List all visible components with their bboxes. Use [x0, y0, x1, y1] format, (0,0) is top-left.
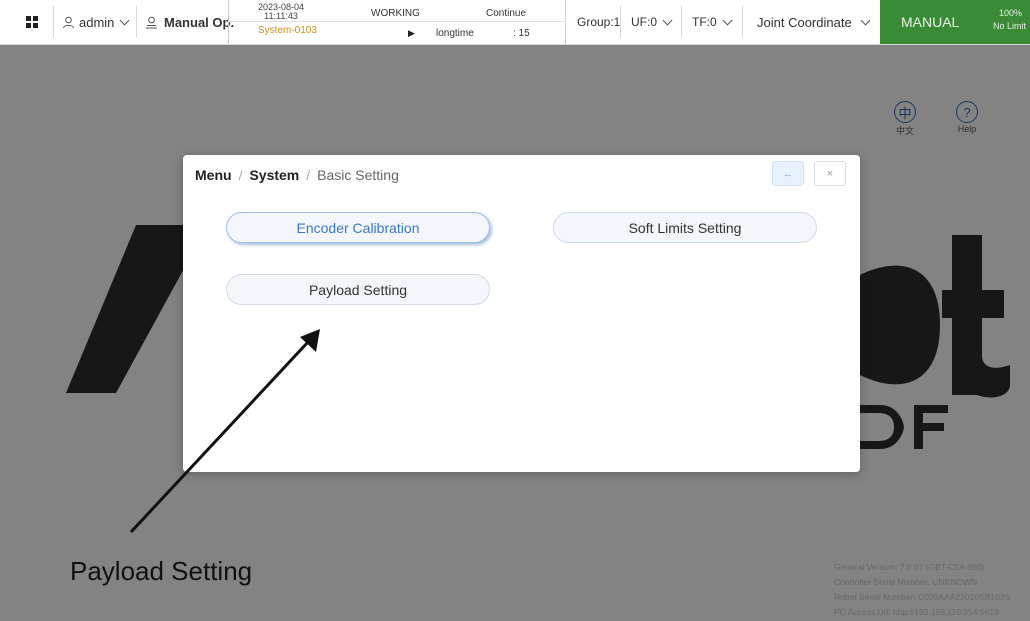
manual-label: MANUAL — [901, 14, 960, 30]
soft-limits-setting-button[interactable]: Soft Limits Setting — [553, 212, 817, 243]
breadcrumb: Menu / System / Basic Setting — [195, 167, 399, 183]
manual-mode-button[interactable]: MANUAL 100% No Limit — [880, 0, 1030, 44]
continue-label: Continue — [486, 8, 527, 19]
chevron-down-icon — [662, 15, 673, 25]
encoder-calibration-label: Encoder Calibration — [296, 219, 420, 236]
system-code: System-0103 — [258, 25, 317, 36]
close-icon: × — [826, 167, 834, 180]
apps-grid-icon[interactable] — [26, 16, 38, 28]
uf-label: UF:0 — [631, 15, 658, 29]
chevron-down-icon — [119, 15, 130, 25]
encoder-calibration-button[interactable]: Encoder Calibration — [226, 212, 490, 243]
run-mode: longtime — [436, 28, 474, 39]
payload-setting-label: Payload Setting — [308, 281, 408, 298]
user-icon — [63, 16, 74, 28]
group-selector[interactable]: Group:1 — [577, 0, 620, 44]
chevron-down-icon — [860, 15, 871, 25]
back-arrow-icon: ← — [782, 167, 794, 180]
annotation-label: Payload Setting — [70, 556, 253, 586]
speed-limit: No Limit — [992, 21, 1026, 31]
mode-menu[interactable]: Manual Op. — [145, 0, 234, 44]
coordinate-selector[interactable]: Joint Coordinate — [757, 0, 871, 44]
uf-selector[interactable]: UF:0 — [631, 0, 673, 44]
tf-label: TF:0 — [692, 15, 717, 29]
status-panel: 2023-08-04 11:11:43 System-0103 WORKING … — [228, 0, 566, 44]
back-button[interactable]: ← — [772, 161, 804, 186]
close-button[interactable]: × — [814, 161, 846, 186]
breadcrumb-menu[interactable]: Menu — [195, 167, 232, 183]
divider — [53, 6, 54, 38]
continue-value: : 15 — [513, 28, 530, 39]
payload-setting-button[interactable]: Payload Setting — [226, 274, 490, 305]
breadcrumb-current: Basic Setting — [317, 167, 399, 183]
breadcrumb-system[interactable]: System — [249, 167, 299, 183]
chevron-down-icon — [722, 15, 733, 25]
basic-setting-dialog: Menu / System / Basic Setting ← × Encoder Ca… — [183, 155, 860, 472]
divider — [136, 6, 137, 38]
mode-label: Manual Op. — [164, 14, 235, 30]
operator-icon — [146, 16, 157, 28]
datetime: 2023-08-04 11:11:43 — [258, 2, 305, 21]
top-bar: admin Manual Op. 2023-08-04 11:11:43 Sys… — [0, 0, 1030, 45]
divider — [620, 6, 621, 38]
speed-percent: 100% — [998, 8, 1022, 18]
coordinate-label: Joint Coordinate — [757, 14, 852, 30]
soft-limits-setting-label: Soft Limits Setting — [628, 219, 742, 236]
divider — [681, 6, 682, 38]
user-name: admin — [79, 14, 115, 30]
divider — [742, 6, 743, 38]
group-label: Group:1 — [577, 15, 621, 29]
state-label: WORKING — [371, 8, 420, 19]
user-menu[interactable]: admin — [62, 0, 130, 44]
tf-selector[interactable]: TF:0 — [692, 0, 733, 44]
run-icon: ▶ — [408, 28, 415, 38]
